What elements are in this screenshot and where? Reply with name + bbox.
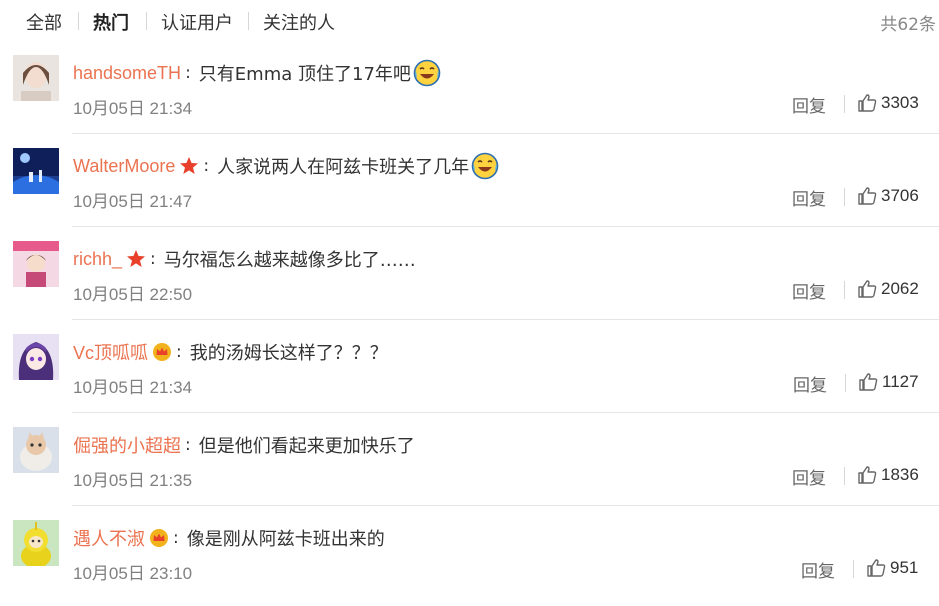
comment-text: 但是他们看起来更加快乐了 — [198, 436, 415, 457]
tab-divider — [78, 12, 79, 30]
comment-item: richh_ : 马尔福怎么越来越像多比了…… 10月05日 22:50 回复 … — [0, 227, 939, 320]
tab-hot[interactable]: 热门 — [93, 9, 129, 35]
username[interactable]: 遇人不淑 — [73, 525, 145, 551]
like-button[interactable]: 1836 — [857, 463, 919, 487]
avatar[interactable] — [13, 520, 59, 566]
colon: : — [150, 249, 156, 269]
laugh-cry-emoji-icon — [471, 152, 499, 180]
star-badge-icon — [126, 249, 146, 269]
like-count: 3706 — [881, 186, 919, 205]
username[interactable]: Vc顶呱呱 — [73, 339, 148, 365]
action-divider — [844, 188, 845, 206]
comment-text: 像是刚从阿兹卡班出来的 — [186, 529, 385, 550]
like-button[interactable]: 2062 — [857, 277, 919, 301]
star-badge-icon — [179, 156, 199, 176]
avatar[interactable] — [13, 334, 59, 380]
comment-item: 倔强的小超超 : 但是他们看起来更加快乐了 10月05日 21:35 回复 18… — [0, 413, 939, 506]
tab-following[interactable]: 关注的人 — [263, 9, 335, 35]
like-count: 3303 — [881, 93, 919, 112]
reply-button[interactable]: 回复 — [793, 371, 827, 396]
comment-time: 10月05日 21:34 — [73, 99, 193, 118]
comment-item: 遇人不淑 : 像是刚从阿兹卡班出来的 10月05日 23:10 回复 951 — [0, 506, 939, 599]
colon: : — [185, 435, 191, 455]
avatar[interactable] — [13, 55, 59, 101]
comment-time: 10月05日 23:10 — [73, 564, 193, 583]
reply-button[interactable]: 回复 — [792, 278, 826, 303]
tab-divider — [146, 12, 147, 30]
laugh-cry-emoji-icon — [413, 59, 441, 87]
comment-item: Vc顶呱呱 : 我的汤姆长这样了？？？ 10月05日 21:34 回复 1127 — [0, 320, 939, 413]
comment-text: 人家说两人在阿兹卡班关了几年 — [217, 157, 470, 178]
tab-divider — [248, 12, 249, 30]
avatar[interactable] — [13, 148, 59, 194]
avatar[interactable] — [13, 241, 59, 287]
username[interactable]: WalterMoore — [73, 156, 175, 177]
action-divider — [844, 467, 845, 485]
action-divider — [853, 560, 854, 578]
reply-button[interactable]: 回复 — [792, 92, 826, 117]
like-button[interactable]: 1127 — [858, 370, 919, 394]
colon: : — [176, 342, 182, 362]
like-count: 1127 — [882, 372, 919, 391]
comment-text: 马尔福怎么越来越像多比了…… — [163, 250, 416, 271]
action-divider — [844, 281, 845, 299]
username[interactable]: richh_ — [73, 249, 122, 270]
thumbs-up-icon — [858, 372, 878, 392]
tab-all[interactable]: 全部 — [26, 9, 62, 35]
like-count: 951 — [890, 558, 919, 577]
comment-time: 10月05日 22:50 — [73, 285, 193, 304]
comment-time: 10月05日 21:34 — [73, 378, 193, 397]
username[interactable]: handsomeTH — [73, 63, 181, 84]
thumbs-up-icon — [866, 558, 886, 578]
thumbs-up-icon — [857, 465, 877, 485]
reply-button[interactable]: 回复 — [801, 557, 835, 582]
colon: : — [173, 528, 179, 548]
like-count: 1836 — [881, 465, 919, 484]
tab-verified-users[interactable]: 认证用户 — [161, 9, 233, 35]
colon: : — [185, 63, 191, 83]
like-button[interactable]: 3706 — [857, 184, 919, 208]
crown-badge-icon — [152, 342, 172, 362]
comment-filter-tabs: 全部 热门 认证用户 关注的人 共62条 — [0, 0, 939, 42]
like-button[interactable]: 3303 — [857, 91, 919, 115]
thumbs-up-icon — [857, 186, 877, 206]
comment-item: handsomeTH : 只有Emma 顶住了17年吧 10月05日 21:34… — [0, 41, 939, 134]
avatar[interactable] — [13, 427, 59, 473]
reply-button[interactable]: 回复 — [792, 464, 826, 489]
thumbs-up-icon — [857, 93, 877, 113]
action-divider — [845, 374, 846, 392]
reply-button[interactable]: 回复 — [792, 185, 826, 210]
username[interactable]: 倔强的小超超 — [73, 432, 181, 458]
comment-time: 10月05日 21:35 — [73, 471, 193, 490]
comment-text: 我的汤姆长这样了？？？ — [189, 343, 388, 364]
action-divider — [844, 95, 845, 113]
like-count: 2062 — [881, 279, 919, 298]
like-button[interactable]: 951 — [866, 556, 918, 580]
thumbs-up-icon — [857, 279, 877, 299]
total-comment-count: 共62条 — [880, 15, 936, 35]
crown-badge-icon — [149, 528, 169, 548]
comment-time: 10月05日 21:47 — [73, 192, 193, 211]
colon: : — [203, 156, 210, 176]
comment-item: WalterMoore : 人家说两人在阿兹卡班关了几年 10月05日 21:4… — [0, 134, 939, 227]
comment-text: 只有Emma 顶住了17年吧 — [198, 64, 411, 85]
